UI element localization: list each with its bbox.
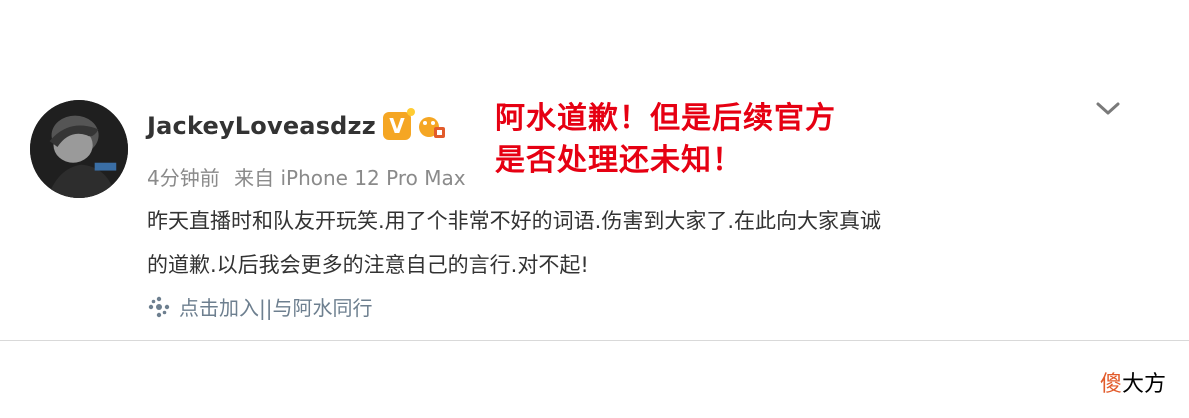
- overlay-line-2: 是否处理还未知！: [495, 143, 743, 178]
- topic-link-icon: [147, 295, 171, 319]
- avatar-image-icon: [30, 100, 128, 198]
- watermark-part-1: 傻: [1099, 372, 1122, 397]
- watermark: 傻大方: [1100, 366, 1166, 398]
- topic-link[interactable]: 点击加入||与阿水同行: [147, 292, 372, 321]
- post-content-line-2: 的道歉.以后我会更多的注意自己的言行.对不起!: [147, 253, 589, 277]
- avatar[interactable]: [30, 100, 128, 198]
- watermark-part-2: 大方: [1121, 372, 1166, 397]
- post-content: 昨天直播时和队友开玩笑.用了个非常不好的词语.伤害到大家了.在此向大家真诚 的道…: [147, 199, 1107, 287]
- username[interactable]: JackeyLoveasdzz: [147, 112, 376, 140]
- post-meta: 4分钟前 来自 iPhone 12 Pro Max: [147, 162, 466, 191]
- overlay-caption: 阿水道歉！但是后续官方 是否处理还未知！: [495, 98, 836, 182]
- overlay-line-1: 阿水道歉！但是后续官方: [495, 101, 836, 136]
- topic-link-label: 点击加入||与阿水同行: [179, 296, 373, 320]
- post-time: 4分钟前: [147, 166, 220, 190]
- weibo-post-card: JackeyLoveasdzz V 4分钟前 来自 iPhone 12 Pro …: [0, 0, 1189, 340]
- weibo-level-icon: [418, 112, 446, 140]
- divider: [0, 340, 1189, 341]
- chevron-down-icon[interactable]: [1094, 96, 1122, 120]
- verified-v-icon: V: [383, 108, 415, 140]
- post-content-line-1: 昨天直播时和队友开玩笑.用了个非常不好的词语.伤害到大家了.在此向大家真诚: [147, 209, 882, 233]
- post-source: 来自 iPhone 12 Pro Max: [234, 166, 466, 190]
